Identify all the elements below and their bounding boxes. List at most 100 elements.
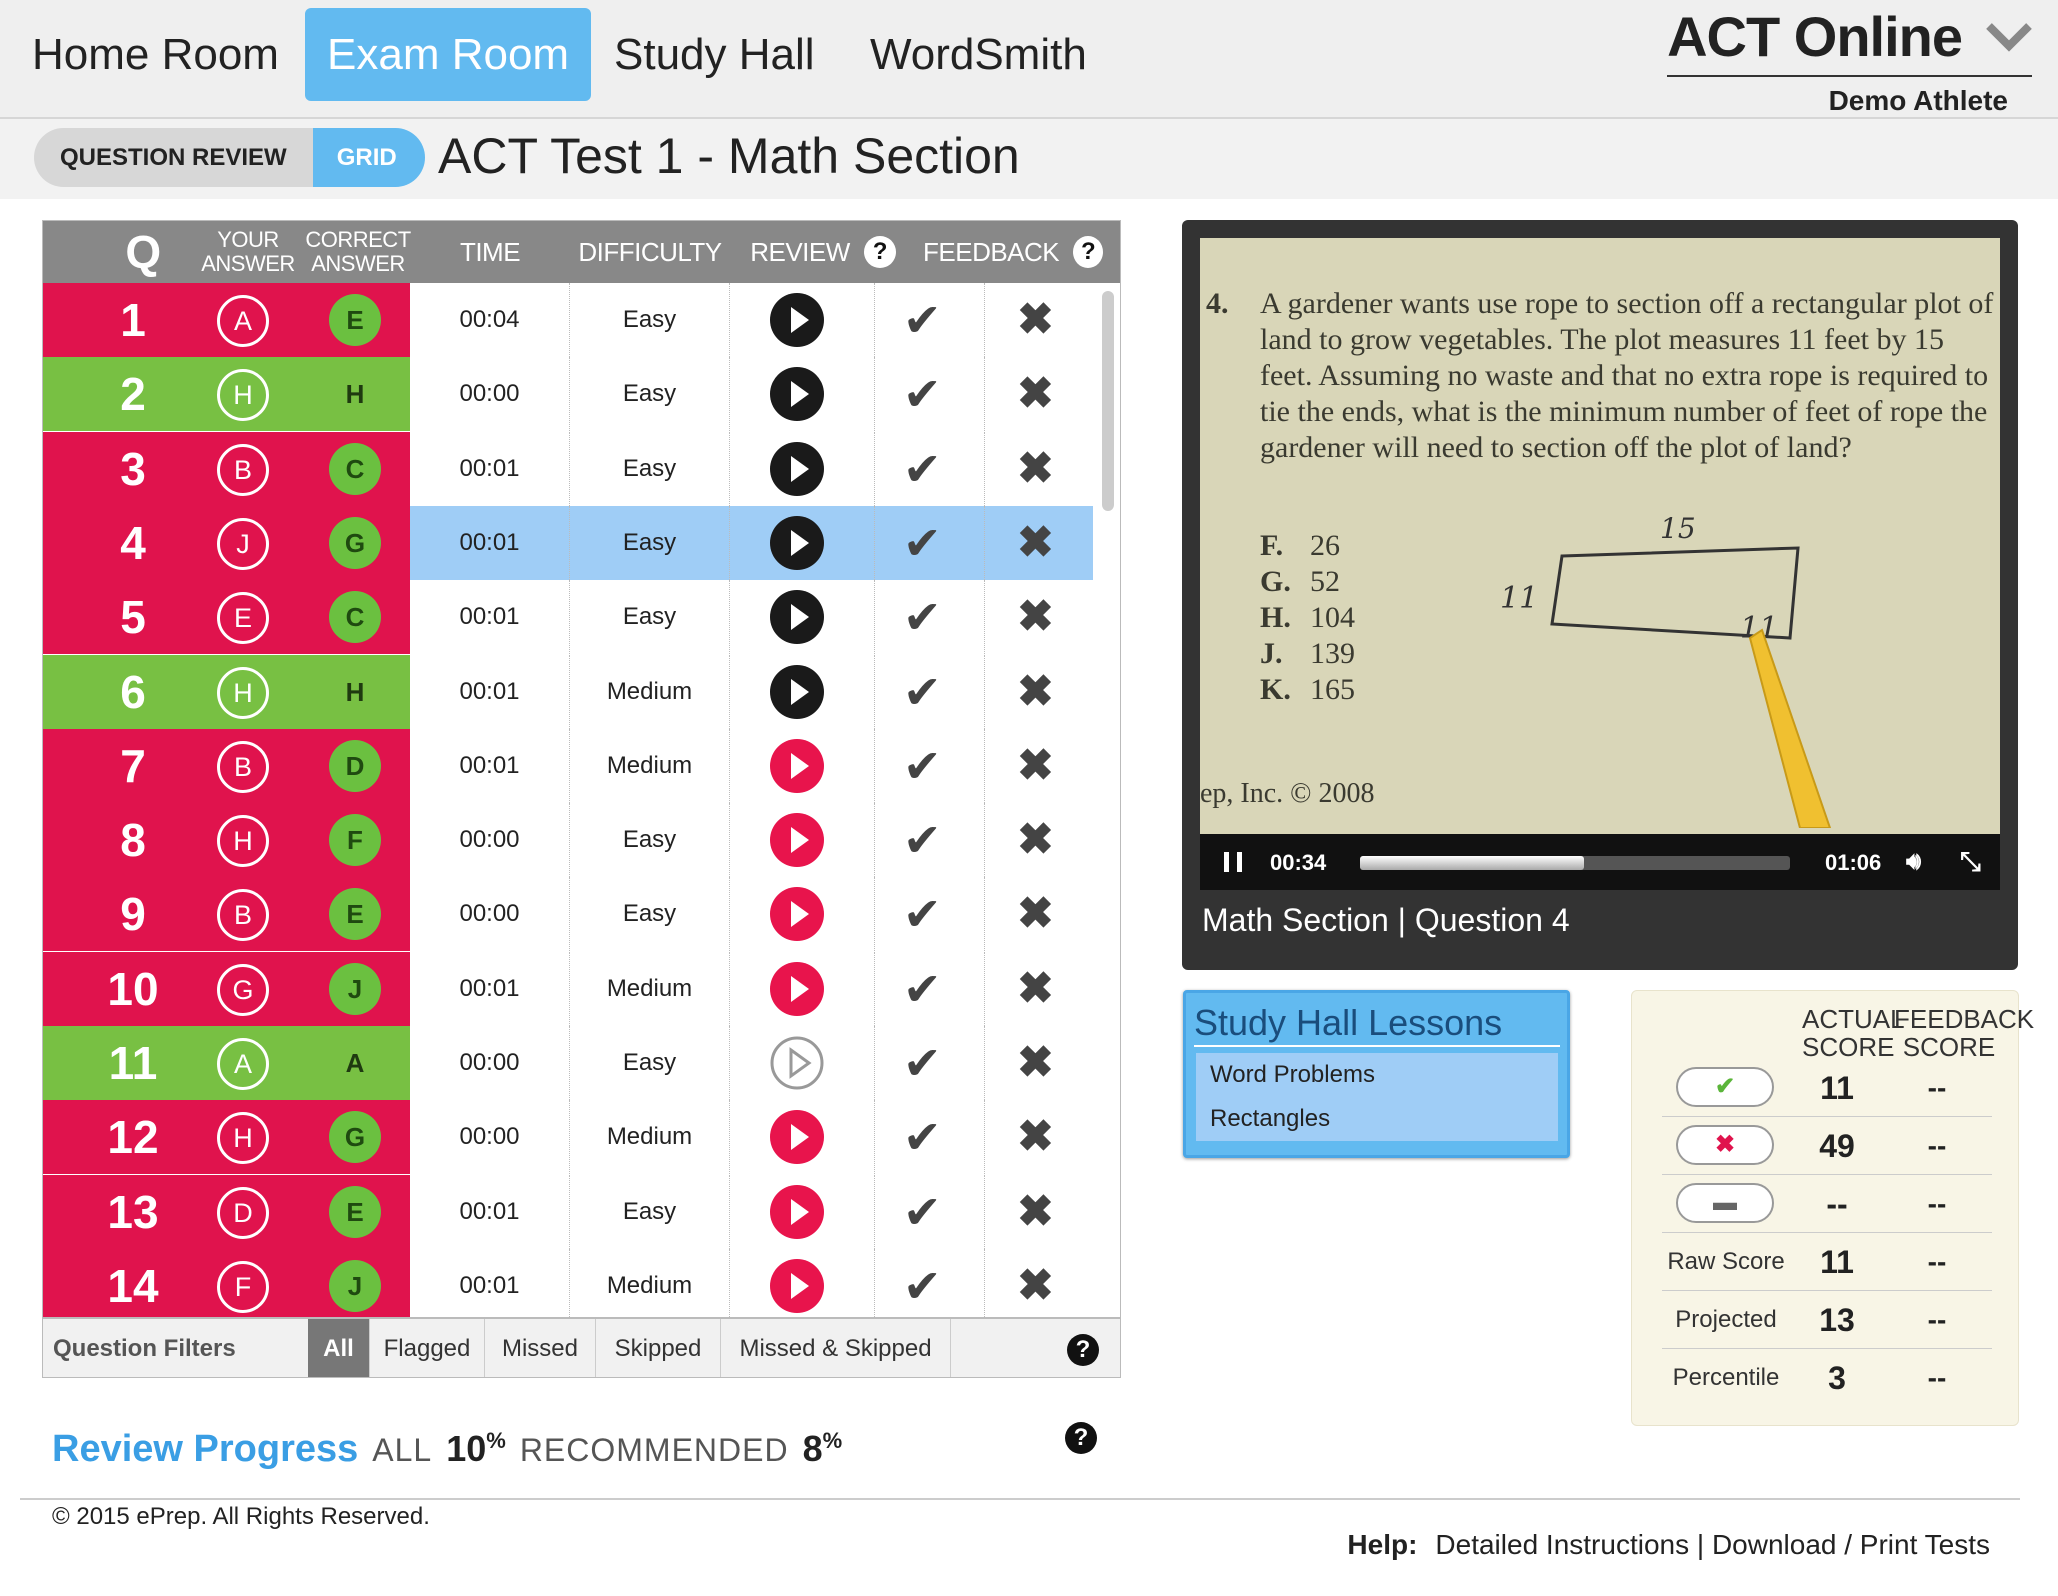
play-review-icon[interactable]	[769, 515, 825, 571]
table-row[interactable]: 11 A A 00:00 Easy ✔ ✖	[43, 1026, 1093, 1100]
checkmark-icon[interactable]: ✔	[903, 1040, 942, 1086]
play-review-icon[interactable]	[769, 366, 825, 422]
checkmark-icon[interactable]: ✔	[903, 297, 942, 343]
play-review-icon[interactable]	[769, 292, 825, 348]
question-review-tab[interactable]: QUESTION REVIEW	[34, 128, 313, 187]
checkmark-icon[interactable]: ✔	[903, 371, 942, 417]
close-icon[interactable]: ✖	[1017, 668, 1054, 715]
recommended-label: RECOMMENDED	[519, 1432, 789, 1468]
play-review-icon[interactable]	[769, 738, 825, 794]
col-difficulty: DIFFICULTY	[578, 237, 722, 267]
actual-score: 11	[1820, 1244, 1854, 1280]
play-review-icon[interactable]	[769, 441, 825, 497]
play-review-icon[interactable]	[769, 589, 825, 645]
close-icon[interactable]: ✖	[1017, 1262, 1054, 1309]
time-cell: 00:00	[410, 803, 570, 878]
close-icon[interactable]: ✖	[1017, 445, 1054, 492]
checkmark-icon[interactable]: ✔	[903, 594, 942, 640]
close-icon[interactable]: ✖	[1017, 742, 1054, 789]
filter-skipped[interactable]: Skipped	[596, 1319, 721, 1377]
play-review-icon[interactable]	[769, 664, 825, 720]
nav-study-hall[interactable]: Study Hall	[592, 8, 837, 101]
pause-icon[interactable]	[1224, 852, 1242, 872]
help-separator: |	[1696, 1529, 1705, 1560]
checkmark-icon[interactable]: ✔	[903, 743, 942, 789]
checkmark-icon[interactable]: ✔	[903, 966, 942, 1012]
table-row[interactable]: 9 B E 00:00 Easy ✔ ✖	[43, 877, 1093, 952]
question-grid: Q YOUR ANSWER CORRECT ANSWER TIME DIFFICUL…	[42, 220, 1121, 1378]
scrollbar[interactable]	[1102, 291, 1114, 511]
play-review-icon[interactable]	[769, 812, 825, 868]
minus-filter-pill[interactable]: ▬	[1676, 1183, 1774, 1223]
play-review-icon[interactable]	[769, 1184, 825, 1240]
difficulty-cell: Easy	[570, 431, 730, 506]
link-download-print[interactable]: Download / Print Tests	[1712, 1529, 1990, 1560]
play-review-icon[interactable]	[769, 1258, 825, 1314]
filter-missed[interactable]: Missed	[485, 1319, 596, 1377]
checkmark-icon[interactable]: ✔	[903, 891, 942, 937]
check-filter-pill[interactable]: ✔	[1676, 1067, 1774, 1107]
progress-help-icon[interactable]: ?	[1065, 1422, 1097, 1454]
your-answer: B	[217, 443, 269, 496]
play-review-icon[interactable]	[769, 886, 825, 942]
play-review-icon[interactable]	[769, 1109, 825, 1165]
close-icon[interactable]: ✖	[1017, 1188, 1054, 1235]
volume-icon[interactable]: 🔊︎	[1906, 848, 1921, 876]
close-icon[interactable]: ✖	[1017, 817, 1054, 863]
nav-home-room[interactable]: Home Room	[10, 8, 301, 101]
table-row[interactable]: 2 H H 00:00 Easy ✔ ✖	[43, 357, 1093, 432]
checkmark-icon[interactable]: ✔	[903, 1189, 942, 1235]
review-help-icon[interactable]: ?	[863, 236, 896, 268]
table-row[interactable]: 1 A E 00:04 Easy ✔ ✖	[43, 283, 1093, 357]
grid-tab[interactable]: GRID	[312, 128, 425, 187]
lesson-word-problems[interactable]: Word Problems	[1196, 1053, 1558, 1097]
filters-help-icon[interactable]: ?	[1067, 1334, 1099, 1366]
checkmark-icon[interactable]: ✔	[903, 817, 942, 863]
fullscreen-icon[interactable]: ⤡	[1960, 846, 1981, 878]
table-row[interactable]: 14 F J 00:01 Medium ✔ ✖	[43, 1248, 1093, 1323]
time-cell: 00:01	[410, 728, 570, 803]
link-detailed-instructions[interactable]: Detailed Instructions	[1435, 1529, 1689, 1560]
lesson-rectangles[interactable]: Rectangles	[1196, 1097, 1558, 1141]
video-screen[interactable]: 4. A gardener wants use rope to section …	[1200, 238, 2000, 834]
checkmark-icon[interactable]: ✔	[903, 520, 942, 566]
table-row[interactable]: 6 H H 00:01 Medium ✔ ✖	[43, 654, 1093, 729]
question-number: 8	[120, 814, 146, 867]
table-row[interactable]: 12 H G 00:00 Medium ✔ ✖	[43, 1100, 1093, 1175]
feedback-help-icon[interactable]: ?	[1073, 236, 1103, 268]
table-row[interactable]: 5 E C 00:01 Easy ✔ ✖	[43, 580, 1093, 655]
filter-all[interactable]: All	[308, 1319, 370, 1377]
time-cell: 00:00	[410, 1026, 570, 1100]
close-icon[interactable]: ✖	[1017, 1114, 1054, 1160]
checkmark-icon[interactable]: ✔	[903, 669, 942, 715]
table-row[interactable]: 8 H F 00:00 Easy ✔ ✖	[43, 803, 1093, 878]
table-row[interactable]: 7 B D 00:01 Medium ✔ ✖	[43, 728, 1093, 803]
table-row[interactable]: 4 J G 00:01 Easy ✔ ✖	[43, 505, 1093, 580]
close-icon[interactable]: ✖	[1017, 519, 1054, 566]
svg-text:15: 15	[1660, 512, 1696, 545]
table-row[interactable]: 10 G J 00:01 Medium ✔ ✖	[43, 951, 1093, 1026]
filter-missed-skipped[interactable]: Missed & Skipped	[721, 1319, 951, 1377]
close-icon[interactable]: ✖	[1017, 371, 1054, 417]
close-icon[interactable]: ✖	[1017, 891, 1054, 937]
play-review-icon[interactable]	[769, 961, 825, 1017]
close-icon[interactable]: ✖	[1017, 1040, 1054, 1086]
table-row[interactable]: 3 B C 00:01 Easy ✔ ✖	[43, 431, 1093, 506]
filter-flagged[interactable]: Flagged	[370, 1319, 485, 1377]
difficulty-cell: Medium	[570, 654, 730, 729]
x-filter-pill[interactable]: ✖	[1676, 1125, 1774, 1165]
close-icon[interactable]: ✖	[1017, 965, 1054, 1012]
nav-exam-room[interactable]: Exam Room	[305, 8, 592, 101]
checkmark-icon[interactable]: ✔	[903, 1114, 942, 1160]
close-icon[interactable]: ✖	[1017, 594, 1054, 640]
seek-bar[interactable]	[1360, 856, 1790, 870]
play-review-icon[interactable]	[769, 1035, 825, 1091]
checkmark-icon[interactable]: ✔	[903, 1263, 942, 1309]
close-icon[interactable]: ✖	[1017, 297, 1054, 343]
nav-wordsmith[interactable]: WordSmith	[848, 8, 1109, 101]
brand-menu[interactable]: ACT Online Demo Athlete	[1667, 4, 2032, 117]
feedback-score: --	[1927, 1188, 1947, 1219]
chevron-down-icon[interactable]	[1986, 22, 2032, 52]
table-row[interactable]: 13 D E 00:01 Easy ✔ ✖	[43, 1174, 1093, 1249]
checkmark-icon[interactable]: ✔	[903, 446, 942, 492]
